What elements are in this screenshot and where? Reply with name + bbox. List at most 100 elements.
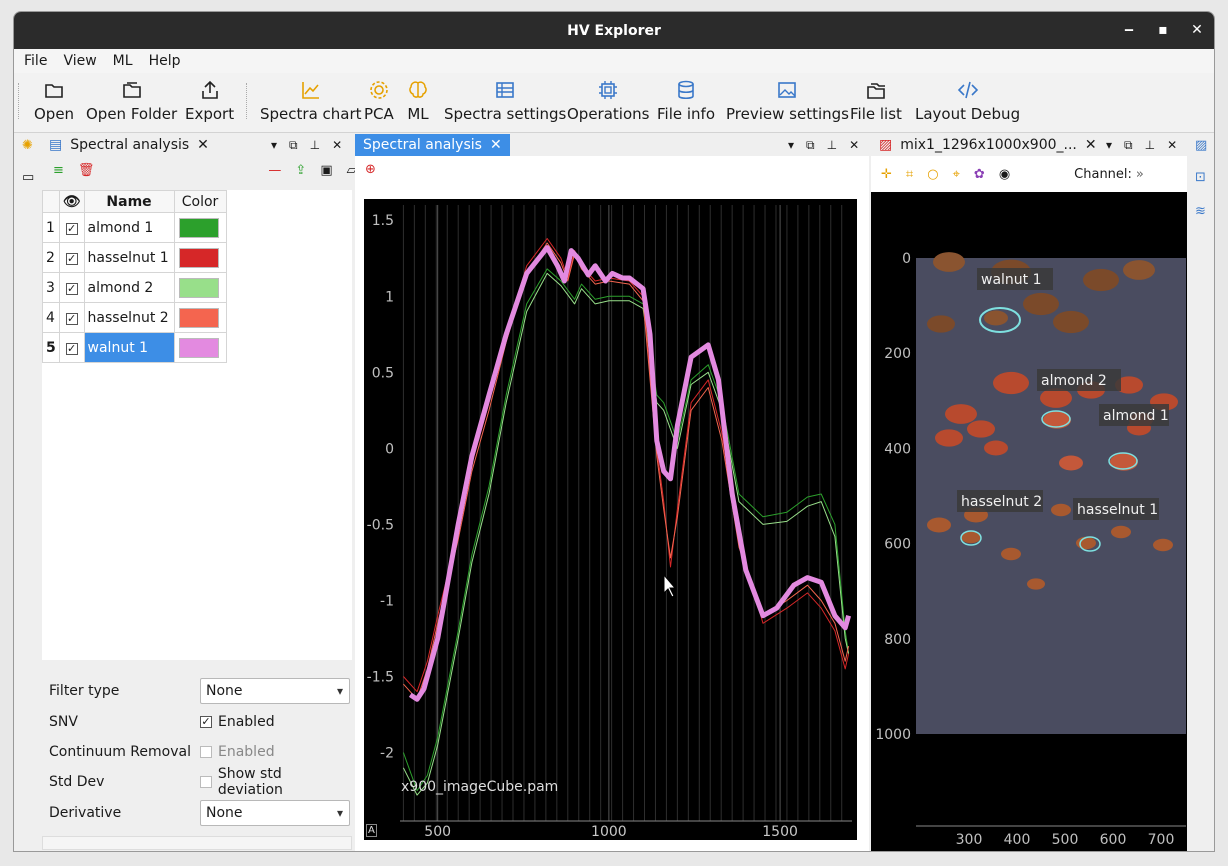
spectra-chart-button[interactable]: Spectra chart xyxy=(260,79,362,123)
derivative-row: Derivative None xyxy=(49,800,350,826)
window-title: HV Explorer xyxy=(567,22,661,39)
roi-label: walnut 1 xyxy=(981,272,1042,288)
pin-icon[interactable]: ⊥ xyxy=(1145,138,1155,152)
roi-name[interactable]: walnut 1 xyxy=(83,332,175,363)
file-list-button[interactable]: File list xyxy=(850,79,902,123)
horizontal-scrollbar[interactable] xyxy=(42,836,352,850)
roi-name[interactable]: hasselnut 1 xyxy=(83,242,175,273)
x-tick-label: 1000 xyxy=(591,824,627,840)
visibility-checkbox[interactable]: ✓ xyxy=(65,252,78,265)
spectra-settings-button[interactable]: Spectra settings xyxy=(444,79,566,123)
file-info-button[interactable]: File info xyxy=(657,79,715,123)
minus-icon[interactable]: — xyxy=(268,163,281,178)
maximize-icon[interactable]: ▪ xyxy=(1154,21,1172,39)
trash-icon[interactable]: 🗑 xyxy=(78,163,95,178)
continuum-checkbox[interactable] xyxy=(200,746,212,758)
close-icon[interactable]: ✕ xyxy=(332,138,342,152)
close-icon[interactable]: ✕ xyxy=(849,138,859,152)
column-header-color[interactable]: Color xyxy=(173,190,227,213)
pin-icon[interactable]: ⊥ xyxy=(310,138,320,152)
filter-type-select[interactable]: None xyxy=(200,678,350,704)
left-dock-header: ▤ Spectral analysis ✕ ▾ ⧉ ⊥ ✕ xyxy=(41,134,353,156)
add-list-icon[interactable]: ≡ xyxy=(53,163,64,178)
visibility-checkbox[interactable]: ✓ xyxy=(65,282,78,295)
color-swatch[interactable] xyxy=(178,277,219,298)
ml-button[interactable]: ML xyxy=(407,79,429,123)
stddev-checkbox[interactable] xyxy=(200,776,212,788)
pca-button[interactable]: PCA xyxy=(364,79,394,123)
y-tick-label: 1.5 xyxy=(372,213,394,229)
float-icon[interactable]: ⧉ xyxy=(1124,138,1133,153)
menu-view[interactable]: View xyxy=(53,53,102,69)
tab-image-preview[interactable]: ▨ mix1_1296x1000x900_... ✕ xyxy=(871,134,1105,156)
close-tab-icon[interactable]: ✕ xyxy=(1085,137,1097,153)
pca-icon[interactable]: ✺ xyxy=(22,138,33,153)
close-tab-icon[interactable]: ✕ xyxy=(197,137,209,153)
toolbar-overflow-button[interactable]: » xyxy=(1136,167,1144,182)
nut xyxy=(1076,536,1096,550)
tab-spectral-analysis-center[interactable]: Spectral analysis ✕ xyxy=(355,134,510,156)
color-swatch[interactable] xyxy=(178,217,219,238)
snv-checkbox[interactable]: ✓ xyxy=(200,716,212,728)
table-row[interactable]: 1 ✓ almond 1 xyxy=(42,212,227,243)
nut xyxy=(1053,310,1089,334)
color-swatch[interactable] xyxy=(178,307,219,328)
menu-file[interactable]: File xyxy=(14,53,53,69)
spectral-analysis-center-panel: Spectral analysis ✕ ▾ ⧉ ⊥ ✕ ⊕ 500 1000 150… xyxy=(355,134,869,851)
float-icon[interactable]: ⧉ xyxy=(289,138,298,153)
minimize-icon[interactable]: ‒ xyxy=(1120,21,1138,39)
export-button[interactable]: Export xyxy=(185,79,234,123)
target-icon[interactable]: ⊕ xyxy=(365,162,376,177)
lasso-icon[interactable]: ⌖ xyxy=(953,167,960,182)
table-row[interactable]: 5 ✓ walnut 1 xyxy=(42,332,227,363)
layout-debug-button[interactable]: Layout Debug xyxy=(915,79,1020,123)
file-list-icon[interactable]: ▭ xyxy=(22,170,34,185)
preview-settings-button[interactable]: Preview settings xyxy=(726,79,849,123)
image-view[interactable]: walnut 1 almond 2 almond 1 hasselnut 2 hasse… xyxy=(871,192,1187,851)
column-header-name[interactable]: Name xyxy=(83,190,175,213)
tab-spectral-analysis-left[interactable]: ▤ Spectral analysis ✕ xyxy=(41,134,217,156)
open-button[interactable]: Open xyxy=(34,79,74,123)
row-index: 5 xyxy=(42,332,60,363)
save-icon[interactable]: ▣ xyxy=(320,163,332,178)
preview-settings-icon[interactable]: ▨ xyxy=(1195,138,1207,153)
nut xyxy=(1001,547,1021,561)
table-row[interactable]: 4 ✓ hasselnut 2 xyxy=(42,302,227,333)
eye-icon[interactable]: ◉ xyxy=(999,167,1010,182)
nut xyxy=(993,371,1029,395)
close-icon[interactable]: ✕ xyxy=(1188,21,1206,39)
brain-icon[interactable]: ✿ xyxy=(974,167,985,182)
circle-select-icon[interactable]: ○ xyxy=(927,167,938,182)
menu-help[interactable]: Help xyxy=(139,53,187,69)
roi-name[interactable]: hasselnut 2 xyxy=(83,302,175,333)
float-icon[interactable]: ⧉ xyxy=(806,138,815,153)
visibility-checkbox[interactable]: ✓ xyxy=(65,222,78,235)
rect-select-icon[interactable]: ⌗ xyxy=(906,167,913,182)
operations-button[interactable]: Operations xyxy=(567,79,649,123)
roi-name[interactable]: almond 2 xyxy=(83,272,175,303)
crosshair-icon[interactable]: ✛ xyxy=(881,167,892,182)
close-tab-icon[interactable]: ✕ xyxy=(490,137,502,153)
menu-ml[interactable]: ML xyxy=(103,53,139,69)
open-folder-button[interactable]: Open Folder xyxy=(86,79,177,123)
y-tick-label: 800 xyxy=(884,632,911,648)
auto-range-button[interactable]: A xyxy=(366,824,377,837)
file-info-icon[interactable]: ≋ xyxy=(1195,204,1206,219)
pin-icon[interactable]: ⊥ xyxy=(827,138,837,152)
visibility-checkbox[interactable]: ✓ xyxy=(65,342,78,355)
dropdown-icon[interactable]: ▾ xyxy=(271,138,277,152)
mouse-cursor-icon xyxy=(663,573,677,598)
color-swatch[interactable] xyxy=(178,337,219,358)
close-icon[interactable]: ✕ xyxy=(1167,138,1177,152)
dropdown-icon[interactable]: ▾ xyxy=(788,138,794,152)
dropdown-icon[interactable]: ▾ xyxy=(1106,138,1112,152)
visibility-checkbox[interactable]: ✓ xyxy=(65,312,78,325)
table-row[interactable]: 2 ✓ hasselnut 1 xyxy=(42,242,227,273)
derivative-select[interactable]: None xyxy=(200,800,350,826)
right-dock-buttons: ▾ ⧉ ⊥ ✕ xyxy=(1106,134,1177,156)
operations-icon[interactable]: ⊡ xyxy=(1195,170,1206,185)
upload-icon[interactable]: ⇪ xyxy=(295,163,306,178)
table-row[interactable]: 3 ✓ almond 2 xyxy=(42,272,227,303)
roi-name[interactable]: almond 1 xyxy=(83,212,175,243)
color-swatch[interactable] xyxy=(178,247,219,268)
